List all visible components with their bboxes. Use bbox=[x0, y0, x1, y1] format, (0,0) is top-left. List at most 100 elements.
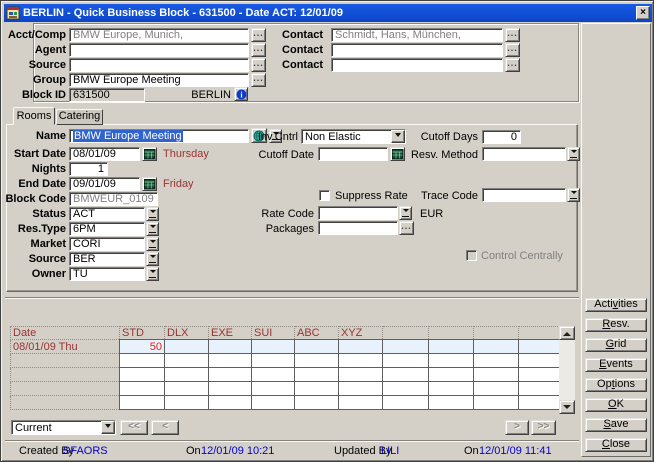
first-page-button[interactable]: << bbox=[120, 420, 148, 435]
resv-method-list-icon[interactable] bbox=[567, 147, 580, 161]
grid-cell[interactable] bbox=[165, 396, 209, 410]
grid-cell[interactable] bbox=[383, 396, 429, 410]
grid-cell[interactable] bbox=[295, 354, 339, 368]
grid-row[interactable] bbox=[11, 368, 560, 382]
grid-cell[interactable] bbox=[519, 382, 560, 396]
sidebar-button-ok[interactable]: OK bbox=[585, 398, 647, 412]
grid-cell[interactable] bbox=[429, 354, 474, 368]
grid-cell[interactable] bbox=[165, 340, 209, 354]
grid-cell[interactable] bbox=[383, 368, 429, 382]
name-field[interactable]: BMW Europe Meeting bbox=[69, 129, 249, 143]
grid-cell[interactable] bbox=[209, 396, 252, 410]
grid-cell[interactable] bbox=[120, 396, 165, 410]
acct-comp-field[interactable]: BMW Europe, Munich, bbox=[69, 28, 249, 42]
grid-cell[interactable] bbox=[120, 354, 165, 368]
contact2-field[interactable] bbox=[331, 43, 503, 57]
grid-view-combobox[interactable]: Current bbox=[11, 420, 116, 435]
sidebar-button-close[interactable]: Close bbox=[585, 438, 647, 452]
trace-code-field[interactable] bbox=[482, 188, 566, 202]
grid-cell[interactable] bbox=[295, 368, 339, 382]
start-date-field[interactable]: 08/01/09 bbox=[69, 147, 140, 161]
res-type-field[interactable]: 6PM bbox=[69, 222, 145, 236]
grid-cell[interactable] bbox=[165, 354, 209, 368]
scroll-down-icon[interactable] bbox=[559, 400, 575, 414]
sidebar-button-save[interactable]: Save bbox=[585, 418, 647, 432]
chevron-down-icon[interactable] bbox=[101, 421, 115, 434]
nights-field[interactable]: 1 bbox=[69, 162, 108, 176]
scroll-up-icon[interactable] bbox=[559, 326, 575, 340]
start-date-calendar-icon[interactable] bbox=[142, 147, 157, 161]
owner-list-icon[interactable] bbox=[146, 267, 159, 281]
next-page-button[interactable]: > bbox=[505, 420, 529, 435]
room-grid[interactable]: DateSTDDLXEXESUIABCXYZ08/01/09 Thu50 bbox=[10, 326, 560, 410]
grid-cell[interactable] bbox=[209, 382, 252, 396]
rate-code-list-icon[interactable] bbox=[399, 206, 412, 220]
sidebar-button-resv[interactable]: Resv. bbox=[585, 318, 647, 332]
grid-cell[interactable] bbox=[252, 382, 295, 396]
market-list-icon[interactable] bbox=[146, 237, 159, 251]
group-lookup-button[interactable]: ... bbox=[251, 73, 266, 87]
end-date-calendar-icon[interactable] bbox=[142, 177, 157, 191]
grid-row[interactable] bbox=[11, 396, 560, 410]
prev-page-button[interactable]: < bbox=[151, 420, 179, 435]
grid-cell[interactable] bbox=[209, 354, 252, 368]
suppress-rate-checkbox[interactable] bbox=[319, 190, 330, 201]
grid-cell[interactable] bbox=[383, 340, 429, 354]
grid-row[interactable] bbox=[11, 354, 560, 368]
sidebar-button-options[interactable]: Options bbox=[585, 378, 647, 392]
packages-lookup-button[interactable]: ... bbox=[399, 221, 414, 235]
sidebar-button-events[interactable]: Events bbox=[585, 358, 647, 372]
group-field[interactable]: BMW Europe Meeting bbox=[69, 73, 249, 87]
grid-cell[interactable] bbox=[209, 368, 252, 382]
status-field[interactable]: ACT bbox=[69, 207, 145, 221]
contact1-field[interactable]: Schmidt, Hans, München, bbox=[331, 28, 503, 42]
grid-cell[interactable] bbox=[339, 368, 383, 382]
packages-field[interactable] bbox=[318, 221, 398, 235]
sidebar-button-grid[interactable]: Grid bbox=[585, 338, 647, 352]
cutoff-days-field[interactable]: 0 bbox=[482, 130, 521, 144]
grid-cell[interactable] bbox=[339, 382, 383, 396]
contact3-lookup-button[interactable]: ... bbox=[505, 58, 520, 72]
grid-cell[interactable] bbox=[252, 368, 295, 382]
grid-cell[interactable] bbox=[339, 340, 383, 354]
grid-cell[interactable] bbox=[120, 382, 165, 396]
grid-cell[interactable] bbox=[383, 382, 429, 396]
title-bar[interactable]: BERLIN - Quick Business Block - 631500 -… bbox=[4, 4, 652, 22]
grid-cell[interactable] bbox=[474, 382, 519, 396]
contact3-field[interactable] bbox=[331, 58, 503, 72]
end-date-field[interactable]: 09/01/09 bbox=[69, 177, 140, 191]
grid-cell[interactable] bbox=[474, 340, 519, 354]
tab-catering[interactable]: Catering bbox=[56, 109, 103, 125]
grid-cell[interactable] bbox=[295, 382, 339, 396]
booking-source-list-icon[interactable] bbox=[146, 252, 159, 266]
info-icon[interactable]: i bbox=[234, 87, 248, 101]
resv-method-field[interactable] bbox=[482, 147, 566, 161]
contact2-lookup-button[interactable]: ... bbox=[505, 43, 520, 57]
cutoff-date-field[interactable] bbox=[318, 147, 388, 161]
grid-cell[interactable] bbox=[429, 382, 474, 396]
tab-rooms[interactable]: Rooms bbox=[13, 107, 55, 125]
status-list-icon[interactable] bbox=[146, 207, 159, 221]
inv-cntrl-combobox[interactable]: Non Elastic bbox=[301, 129, 406, 144]
market-field[interactable]: CORI bbox=[69, 237, 145, 251]
booking-source-field[interactable]: BER bbox=[69, 252, 145, 266]
contact1-lookup-button[interactable]: ... bbox=[505, 28, 520, 42]
grid-cell[interactable] bbox=[209, 340, 252, 354]
grid-scrollbar[interactable] bbox=[559, 326, 575, 414]
grid-cell[interactable] bbox=[519, 340, 560, 354]
grid-cell[interactable] bbox=[252, 354, 295, 368]
grid-cell[interactable] bbox=[429, 340, 474, 354]
agent-field[interactable] bbox=[69, 43, 249, 57]
source-field[interactable] bbox=[69, 58, 249, 72]
grid-cell[interactable]: 50 bbox=[120, 340, 165, 354]
grid-cell[interactable] bbox=[252, 340, 295, 354]
cutoff-date-calendar-icon[interactable] bbox=[390, 147, 405, 161]
res-type-list-icon[interactable] bbox=[146, 222, 159, 236]
grid-cell[interactable] bbox=[252, 396, 295, 410]
grid-cell[interactable] bbox=[474, 354, 519, 368]
trace-code-list-icon[interactable] bbox=[567, 188, 580, 202]
grid-cell[interactable] bbox=[474, 396, 519, 410]
grid-row[interactable]: 08/01/09 Thu50 bbox=[11, 340, 560, 354]
grid-cell[interactable] bbox=[429, 368, 474, 382]
grid-cell[interactable] bbox=[383, 354, 429, 368]
